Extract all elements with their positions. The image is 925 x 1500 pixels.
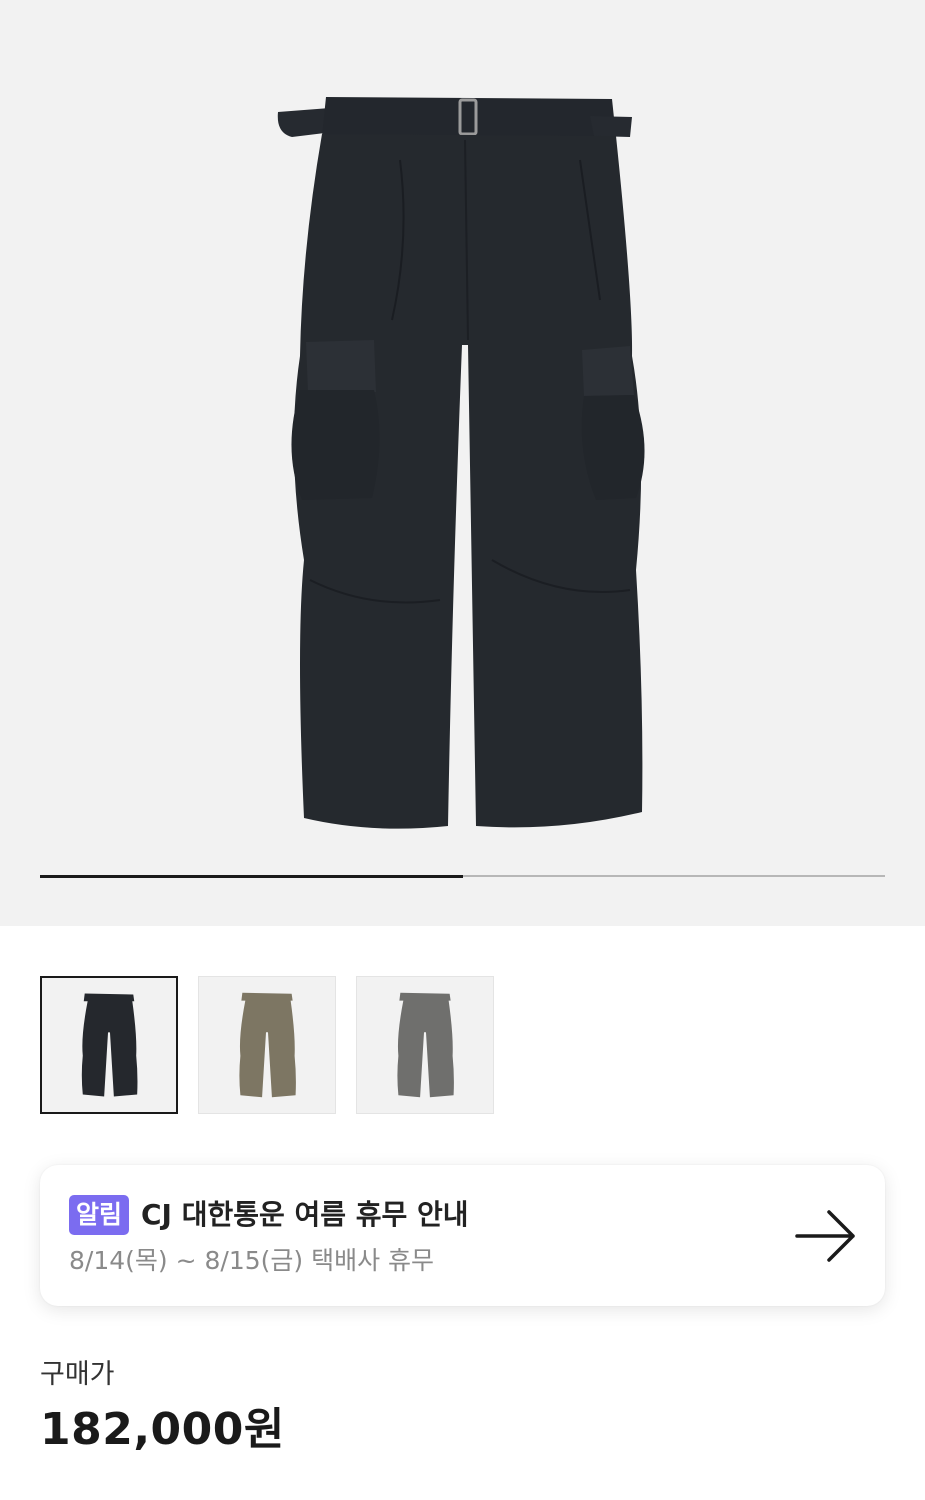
price-label: 구매가	[40, 1359, 115, 1390]
price-value: 182,000원	[40, 1404, 285, 1455]
notice-subtitle: 8/14(목) ~ 8/15(금) 택배사 휴무	[69, 1246, 435, 1275]
cargo-pants-image	[277, 97, 645, 829]
arrow-right-icon[interactable]	[795, 1208, 857, 1264]
thumbnail-black[interactable]	[40, 976, 178, 1114]
pants-thumbnail-icon	[397, 992, 454, 1098]
notice-badge: 알림	[69, 1195, 130, 1235]
product-image-carousel[interactable]	[0, 0, 925, 926]
pants-thumbnail-icon	[239, 992, 296, 1098]
shipping-notice-card[interactable]: 알림 CJ 대한통운 여름 휴무 안내 8/14(목) ~ 8/15(금) 택배…	[40, 1165, 885, 1306]
image-progress-bar	[40, 874, 885, 878]
color-thumbnail-list	[40, 976, 494, 1114]
thumbnail-grey[interactable]	[356, 976, 494, 1114]
notice-title: CJ 대한통운 여름 휴무 안내	[141, 1198, 469, 1231]
pants-thumbnail-icon	[81, 993, 138, 1097]
image-progress-fill	[40, 874, 463, 878]
thumbnail-khaki[interactable]	[198, 976, 336, 1114]
